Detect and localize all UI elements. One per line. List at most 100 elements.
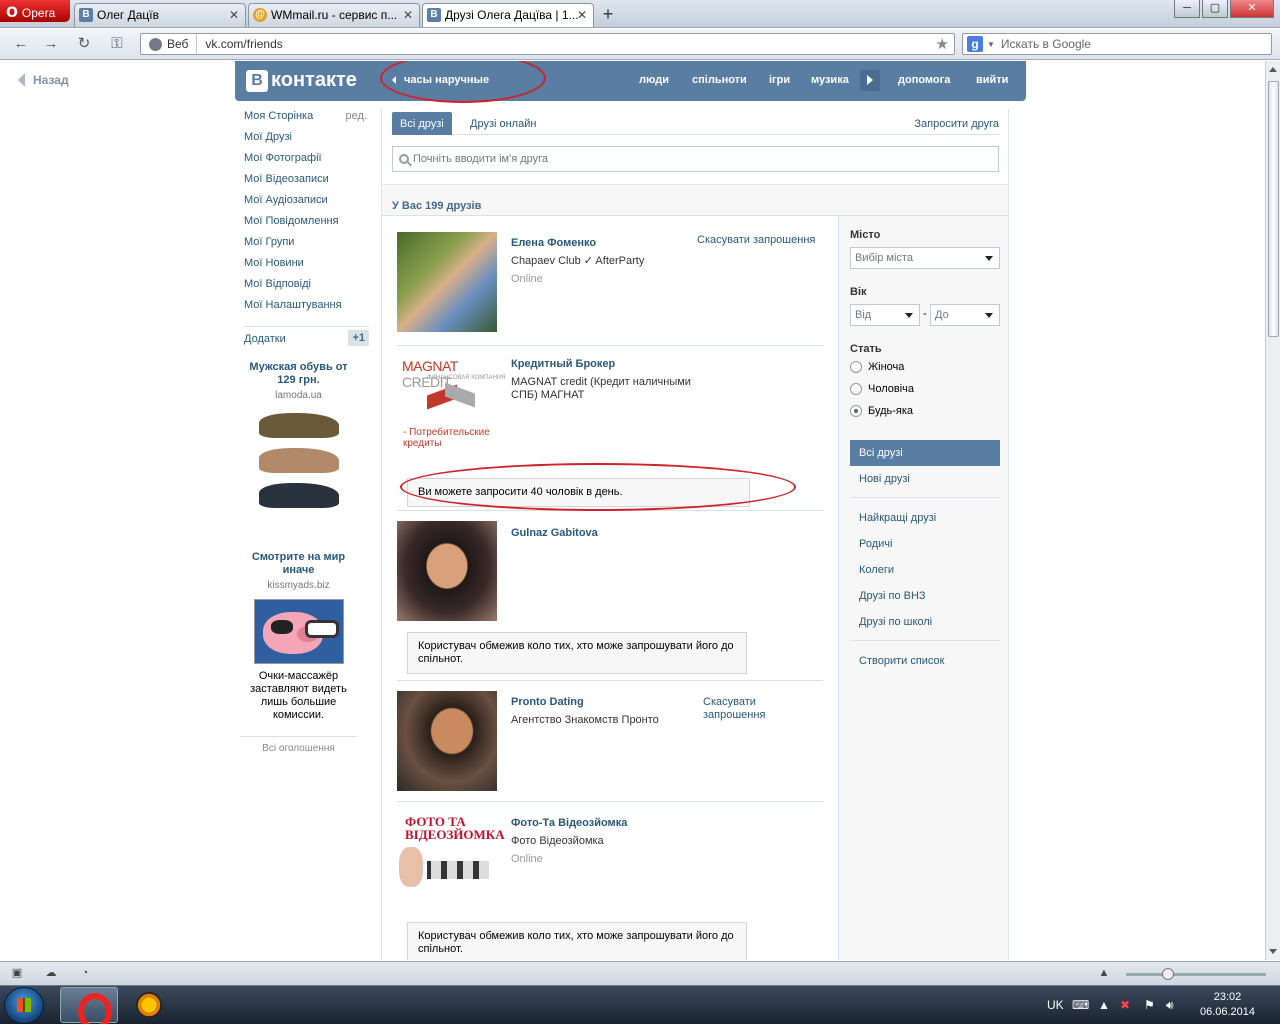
zoom-arrow-icon[interactable]: ▲ xyxy=(1097,967,1111,979)
forward-arrow-icon[interactable]: → xyxy=(42,35,60,53)
list-colleagues[interactable]: Колеги xyxy=(850,557,1000,583)
tab-all-friends[interactable]: Всі друзі xyxy=(392,112,452,135)
friend-name[interactable]: Кредитный Брокер xyxy=(511,358,615,370)
vertical-scrollbar[interactable] xyxy=(1265,61,1280,960)
shoe-image[interactable] xyxy=(258,413,339,438)
browser-tab-profile[interactable]: В Олег Дацїв ✕ xyxy=(74,3,246,27)
menu-people[interactable]: люди xyxy=(639,74,669,86)
friend-avatar[interactable]: MAGNAT CREDIT ФИНАНСОВАЯ КОМПАНИЯ - Потр… xyxy=(397,354,507,464)
sex-option-male[interactable]: Чоловіча xyxy=(850,383,914,395)
age-to-select[interactable]: До xyxy=(930,304,1000,326)
key-icon[interactable]: ⚿ xyxy=(108,35,126,53)
left-menu-item[interactable]: Мої Групи xyxy=(244,236,369,257)
list-all-friends[interactable]: Всі друзі xyxy=(850,440,1000,466)
volume-icon[interactable]: 🔊︎ xyxy=(1166,998,1174,1013)
left-menu-item[interactable]: Мої Фотографії xyxy=(244,152,369,173)
left-menu-item[interactable]: Мої Відеозаписи xyxy=(244,173,369,194)
taskbar-aimp-button[interactable] xyxy=(128,987,172,1023)
tab-close-icon[interactable]: ✕ xyxy=(227,8,241,22)
menu-help[interactable]: допомога xyxy=(898,74,950,86)
ad-block-shoes[interactable]: Мужская обувь от 129 грн. lamoda.ua xyxy=(240,361,357,508)
list-university[interactable]: Друзі по ВНЗ xyxy=(850,583,1000,609)
taskbar-opera-button[interactable] xyxy=(60,987,118,1024)
left-menu-item[interactable]: Мої Відповіді xyxy=(244,278,369,299)
friend-avatar[interactable] xyxy=(397,691,497,791)
friend-name[interactable]: Pronto Dating xyxy=(511,696,584,708)
shoe-image[interactable] xyxy=(258,448,339,473)
friend-avatar[interactable]: ФОТО ТА ВІДЕОЗЙОМКА xyxy=(397,813,505,913)
list-new-friends[interactable]: Нові друзі xyxy=(850,466,1000,492)
cloud-icon[interactable]: ☁ xyxy=(44,967,58,979)
friend-subtitle[interactable]: Chapaev Club ✓ AfterParty xyxy=(511,255,644,268)
minimize-button[interactable]: ─ xyxy=(1174,0,1200,18)
age-from-select[interactable]: Від xyxy=(850,304,920,326)
tab-close-icon[interactable]: ✕ xyxy=(575,8,589,22)
friend-name[interactable]: Фото-Та Відеозйомка xyxy=(511,817,627,829)
friend-name[interactable]: Елена Фоменко xyxy=(511,237,596,249)
shoe-image[interactable] xyxy=(258,483,339,508)
left-menu-item[interactable]: Мої Друзі xyxy=(244,131,369,152)
left-menu-item[interactable]: Мої Налаштування xyxy=(244,299,369,320)
sex-option-any[interactable]: Будь-яка xyxy=(850,405,913,417)
scroll-thumb[interactable] xyxy=(1268,81,1279,337)
city-select[interactable]: Вибір міста xyxy=(850,247,1000,269)
network-error-icon[interactable]: ✖ xyxy=(1120,998,1130,1012)
browser-tab-wmmail[interactable]: @ WMmail.ru - сервис п... ✕ xyxy=(248,3,420,27)
friend-name[interactable]: Gulnaz Gabitova xyxy=(511,527,598,539)
friend-subtitle[interactable]: MAGNAT credit (Кредит наличными СПБ) МАГ… xyxy=(511,376,701,402)
browser-tab-friends[interactable]: В Друзі Олега Дацїва | 1... ✕ xyxy=(422,3,594,27)
menu-music[interactable]: музика xyxy=(811,74,849,86)
google-icon[interactable]: g xyxy=(967,36,983,52)
cancel-invite-link[interactable]: Скасувати запрошення xyxy=(703,696,793,722)
friend-avatar[interactable] xyxy=(397,521,497,621)
scroll-up-icon[interactable] xyxy=(1269,67,1277,72)
menu-games[interactable]: ігри xyxy=(769,74,790,86)
invite-friend-link[interactable]: Запросити друга xyxy=(914,118,999,130)
panel-toggle-icon[interactable]: ▣ xyxy=(10,967,24,979)
address-bar[interactable]: Веб vk.com/friends ★ xyxy=(140,33,955,55)
left-menu-item[interactable]: Мої Повідомлення xyxy=(244,215,369,236)
start-button[interactable] xyxy=(4,987,44,1024)
friend-subtitle[interactable]: Фото Відеозйомка xyxy=(511,835,604,848)
tab-online-friends[interactable]: Друзі онлайн xyxy=(462,112,544,135)
search-field[interactable]: g ▼ Искать в Google xyxy=(962,33,1272,55)
maximize-button[interactable]: ▢ xyxy=(1202,0,1228,18)
friend-search-input[interactable]: Почніть вводити ім'я друга xyxy=(392,146,999,172)
language-indicator[interactable]: UK xyxy=(1047,998,1064,1012)
speed-dial-icon[interactable]: ◔ xyxy=(78,967,92,979)
ad-block-glasses[interactable]: Смотрите на мир иначе kissmyads.biz Очки… xyxy=(240,551,357,722)
apps-menu-item[interactable]: Додатки +1 xyxy=(244,330,369,354)
left-menu-item[interactable]: Мої Новини xyxy=(244,257,369,278)
back-link[interactable]: Назад xyxy=(18,73,69,87)
tab-close-icon[interactable]: ✕ xyxy=(401,8,415,22)
bookmark-star-icon[interactable]: ★ xyxy=(936,35,949,53)
apps-badge[interactable]: +1 xyxy=(348,330,369,346)
all-ads-link[interactable]: Всі оголошення xyxy=(240,736,357,754)
menu-communities[interactable]: спільноти xyxy=(692,74,747,86)
chevron-down-icon[interactable]: ▼ xyxy=(987,40,995,49)
ad-title[interactable]: Мужская обувь от 129 грн. xyxy=(240,361,357,387)
action-center-icon[interactable]: ⚑ xyxy=(1144,998,1155,1012)
list-best-friends[interactable]: Найкращі друзі xyxy=(850,505,1000,531)
address-badge[interactable]: Веб xyxy=(141,34,198,54)
play-icon[interactable] xyxy=(860,70,880,91)
menu-logout[interactable]: вийти xyxy=(976,74,1008,86)
show-hidden-icons-icon[interactable]: ▲ xyxy=(1098,998,1110,1012)
edit-link[interactable]: ред. xyxy=(346,110,367,122)
cancel-invite-link[interactable]: Скасувати запрошення xyxy=(697,234,815,247)
url-text[interactable]: vk.com/friends xyxy=(197,37,282,51)
new-tab-button[interactable]: + xyxy=(598,4,618,25)
zoom-knob[interactable] xyxy=(1162,968,1174,980)
reload-icon[interactable]: ↻ xyxy=(75,35,93,53)
scroll-down-icon[interactable] xyxy=(1269,949,1277,954)
back-arrow-icon[interactable]: ← xyxy=(12,35,30,53)
vk-logo[interactable]: В контакте xyxy=(246,69,357,92)
create-list-link[interactable]: Створити список xyxy=(850,648,1000,674)
close-window-button[interactable]: ✕ xyxy=(1230,0,1274,18)
list-school[interactable]: Друзі по школі xyxy=(850,609,1000,635)
ad-image[interactable] xyxy=(253,599,344,664)
friend-avatar[interactable] xyxy=(397,232,497,332)
clock[interactable]: 23:02 06.06.2014 xyxy=(1190,990,1265,1020)
friend-subtitle[interactable]: Агентство Знакомств Пронто xyxy=(511,714,659,727)
zoom-slider[interactable] xyxy=(1126,968,1266,980)
